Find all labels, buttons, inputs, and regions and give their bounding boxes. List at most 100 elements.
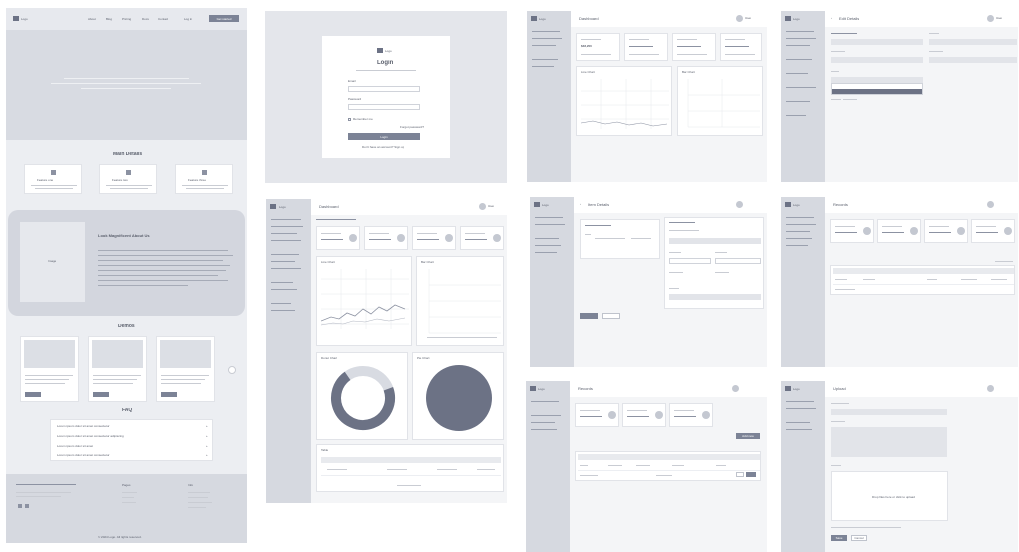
- feature-card: Feature three: [175, 164, 233, 194]
- logo-icon: [270, 204, 276, 209]
- password-field[interactable]: [348, 104, 420, 110]
- avatar[interactable]: [987, 385, 994, 392]
- carousel-next-icon[interactable]: [228, 366, 236, 374]
- nav-item-contact[interactable]: Contact: [158, 18, 168, 21]
- select-field[interactable]: [669, 294, 761, 300]
- landing-page-wireframe: Logo About Blog Pricing Docs Contact Log…: [6, 8, 247, 543]
- gallery-title: Demos: [118, 324, 135, 329]
- gallery-card-button[interactable]: [161, 392, 177, 397]
- line-chart: [581, 79, 669, 129]
- password-label: Password: [348, 98, 362, 101]
- data-table: [830, 265, 1015, 295]
- avatar[interactable]: [736, 15, 743, 22]
- bar-chart: [428, 269, 501, 334]
- avatar[interactable]: [987, 201, 994, 208]
- forgot-password-link[interactable]: Forgot password?: [400, 126, 424, 129]
- file-dropzone[interactable]: Drop files here or click to upload: [831, 471, 948, 521]
- bar-chart-card: Bar Chart: [416, 256, 504, 346]
- avatar[interactable]: [479, 203, 486, 210]
- avatar[interactable]: [736, 201, 743, 208]
- text-field[interactable]: [715, 258, 761, 264]
- text-field[interactable]: [929, 39, 1017, 45]
- landing-header: Logo About Blog Pricing Docs Contact Log…: [6, 8, 247, 30]
- dropdown-option-selected[interactable]: [832, 89, 922, 94]
- topbar: Records: [570, 381, 767, 397]
- text-field[interactable]: [669, 238, 761, 244]
- login-submit-button[interactable]: Login: [348, 133, 420, 140]
- stat-value: $48,200: [581, 45, 592, 48]
- logo-icon: [785, 386, 791, 391]
- feature-card: Feature two: [99, 164, 157, 194]
- text-field[interactable]: [929, 57, 1017, 63]
- faq-expand-icon[interactable]: +: [206, 445, 208, 448]
- about-section: Image Look Magnificent About Us: [8, 210, 245, 316]
- pagination-next[interactable]: [746, 472, 756, 477]
- logo-icon: [530, 386, 536, 391]
- about-image: Image: [20, 222, 85, 302]
- email-field[interactable]: [348, 86, 420, 92]
- text-field[interactable]: [669, 258, 711, 264]
- gallery-card-button[interactable]: [25, 392, 41, 397]
- stat-icon: [608, 411, 616, 419]
- sidebar: Logo: [527, 11, 571, 182]
- sidebar: Logo: [530, 197, 574, 367]
- faq-item[interactable]: Lorem ipsum dolor sit amet: [57, 445, 93, 448]
- stat-card: [460, 226, 504, 250]
- pagination-prev[interactable]: [736, 472, 744, 477]
- page-title: Dashboard: [319, 205, 339, 209]
- cancel-button[interactable]: [602, 313, 620, 319]
- title-field[interactable]: [831, 409, 947, 415]
- signup-link[interactable]: Don't have an account? Sign up: [362, 146, 404, 149]
- text-field[interactable]: [831, 39, 923, 45]
- faq-item[interactable]: Lorem ipsum dolor sit amet consectetur: [57, 425, 110, 428]
- avatar[interactable]: [987, 15, 994, 22]
- form-dropdown-wireframe: Logo ‹ Edit Details User: [781, 11, 1018, 182]
- save-button[interactable]: Save: [831, 535, 847, 541]
- add-new-button[interactable]: Add new: [736, 433, 760, 439]
- stat-card: [316, 226, 360, 250]
- about-title: Look Magnificent About Us: [98, 234, 150, 238]
- save-button[interactable]: [580, 313, 598, 319]
- logo-icon: [534, 202, 540, 207]
- login-title: Login: [377, 60, 394, 66]
- cancel-button[interactable]: Cancel: [851, 535, 867, 541]
- gallery-card: [88, 336, 147, 402]
- bar-chart-card: Bar Chart: [677, 66, 763, 136]
- faq-item[interactable]: Lorem ipsum dolor sit amet consectetur a…: [57, 435, 124, 438]
- stat-icon: [493, 234, 501, 242]
- pie-chart-card: Pie Chart: [412, 352, 504, 440]
- nav-item-docs[interactable]: Docs: [142, 18, 149, 21]
- detail-page-wireframe: Logo ‹ Item Details: [530, 197, 767, 367]
- avatar[interactable]: [732, 385, 739, 392]
- gallery-card-button[interactable]: [93, 392, 109, 397]
- stat-icon: [655, 411, 663, 419]
- table-header-row: [833, 268, 1014, 274]
- description-field[interactable]: [831, 427, 947, 457]
- nav-item-pricing[interactable]: Pricing: [122, 18, 131, 21]
- back-icon[interactable]: ‹: [580, 203, 581, 206]
- faq-title: FAQ: [122, 408, 133, 413]
- faq-item[interactable]: Lorem ipsum dolor sit amet consectetur: [57, 454, 110, 457]
- nav-item-about[interactable]: About: [88, 18, 96, 21]
- nav-item-blog[interactable]: Blog: [106, 18, 112, 21]
- get-started-button[interactable]: Get started: [209, 15, 239, 22]
- text-field[interactable]: [831, 57, 923, 63]
- data-table: [575, 451, 761, 481]
- faq-expand-icon[interactable]: +: [206, 425, 208, 428]
- page-title: Dashboard: [579, 17, 599, 21]
- topbar: Dashboard User: [571, 11, 767, 27]
- faq-expand-icon[interactable]: +: [206, 435, 208, 438]
- page-title: Records: [833, 203, 848, 207]
- back-icon[interactable]: ‹: [831, 17, 832, 20]
- login-link[interactable]: Log in: [184, 18, 192, 21]
- stat-card: [622, 403, 666, 427]
- login-card: Logo Login Email Password Remember me Fo…: [322, 36, 450, 158]
- line-chart: [321, 269, 409, 329]
- faq-expand-icon[interactable]: +: [206, 454, 208, 457]
- sidebar: Logo: [266, 199, 311, 503]
- page-title: Item Details: [588, 203, 610, 207]
- remember-checkbox[interactable]: [348, 118, 351, 121]
- stat-card: [971, 219, 1015, 243]
- landing-footer: Pages Info © 2024 Logo. All rights reser…: [6, 474, 247, 543]
- stat-card: [672, 33, 716, 61]
